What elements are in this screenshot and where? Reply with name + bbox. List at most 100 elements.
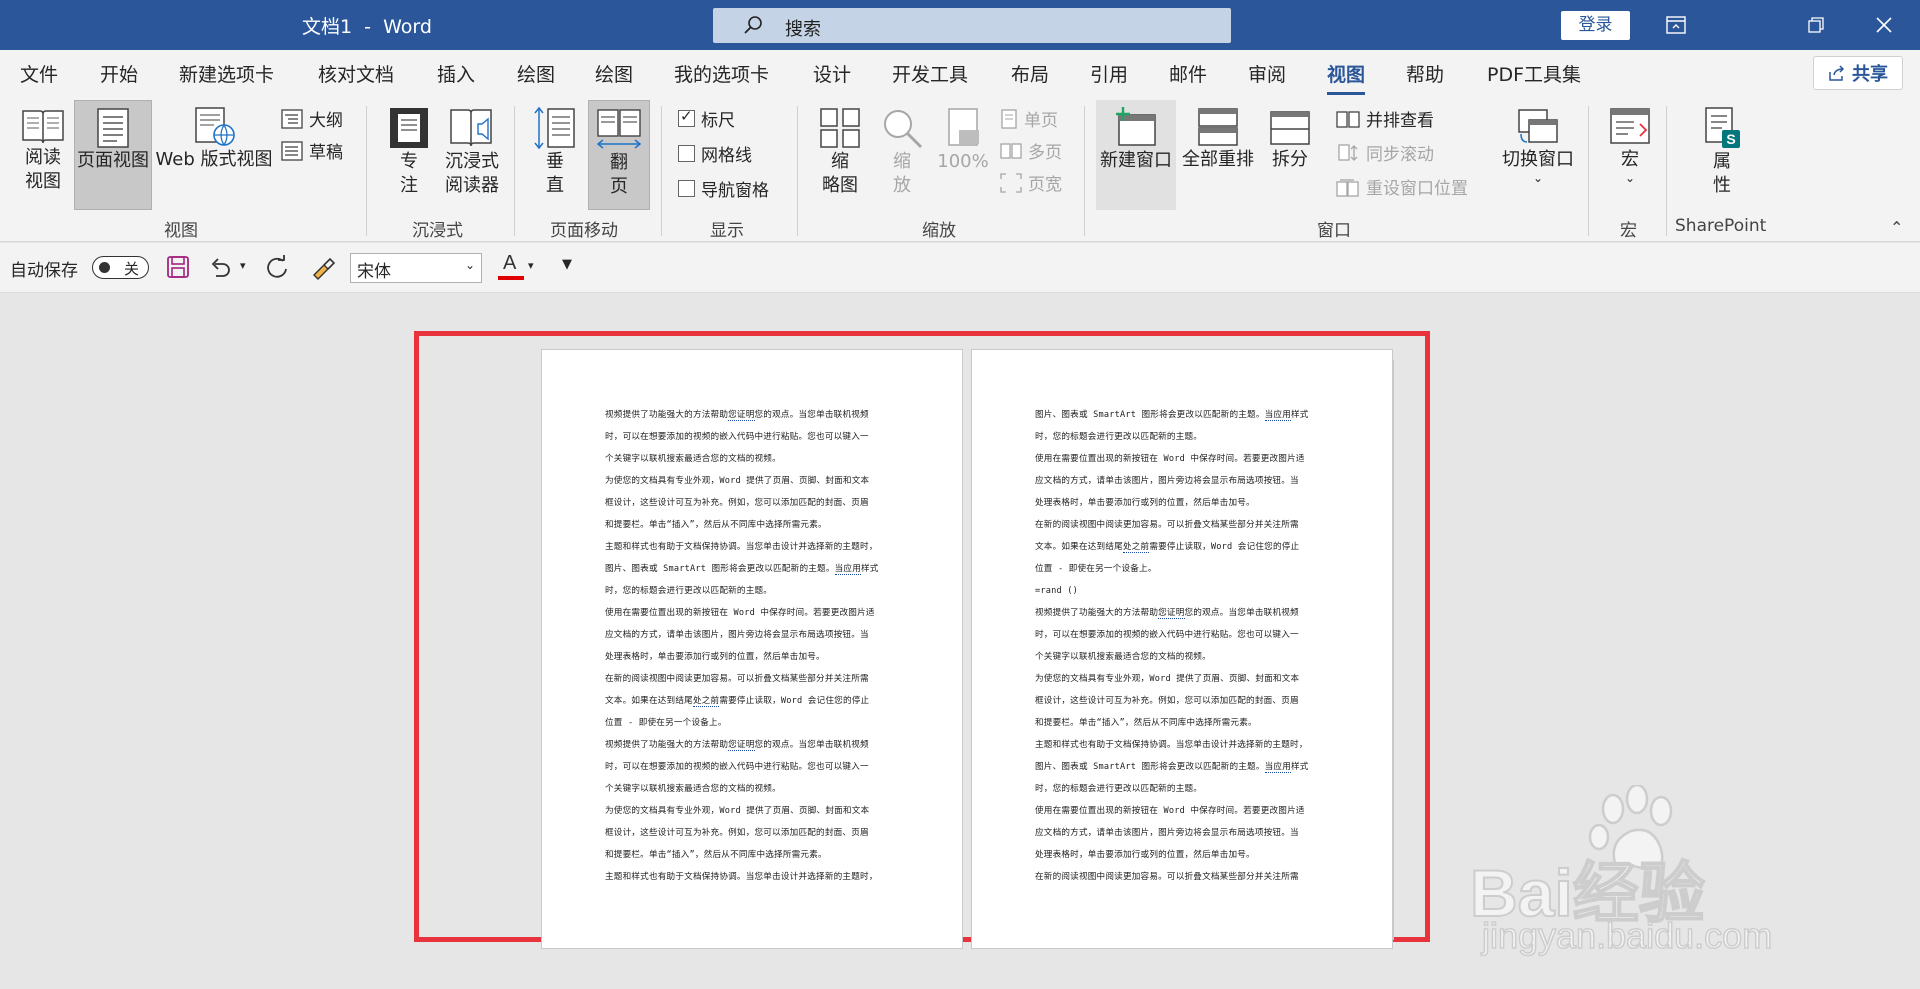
tab-insert[interactable]: 插入 xyxy=(437,60,475,87)
line-text: 个关键字以联机搜索最适合您的文档的视频。 xyxy=(1035,652,1211,662)
ribbon-display-options-button[interactable] xyxy=(1648,0,1704,50)
ruler-check-box[interactable] xyxy=(678,107,695,127)
line-text: 视频提供了功能强大的方法帮助 xyxy=(1035,608,1159,618)
font-name-select[interactable]: 宋体 ⌄ xyxy=(350,253,482,283)
nav-pane-checkbox[interactable]: 导航窗格 xyxy=(678,176,769,201)
line-text: 应文档的方式，请单击该图片，图片旁边将会显示布局选项按钮。当 xyxy=(605,630,869,640)
line-text: 位置 - 即使在另一个设备上。 xyxy=(605,718,727,728)
gridlines-checkbox[interactable]: 网格线 xyxy=(678,141,752,166)
ribbon-separator xyxy=(366,106,367,236)
autosave-toggle[interactable]: 关 xyxy=(92,256,149,279)
thumbnails-button[interactable]: 缩 略图 xyxy=(808,106,872,206)
nav-pane-label: 导航窗格 xyxy=(701,181,769,201)
split-button[interactable]: 拆分 xyxy=(1258,106,1322,206)
side-to-side-button[interactable]: 翻 页 xyxy=(588,100,650,210)
undo-dropdown-icon[interactable]: ▾ xyxy=(240,259,246,272)
line-text: 为使您的文档具有专业外观，Word 提供了页眉、页脚、封面和文本 xyxy=(605,806,870,816)
line-text: 时，您的标题会进行更改以匹配新的主题。 xyxy=(605,586,773,596)
document-page-2[interactable]: 图片、图表或 SmartArt 图形将会更改以匹配新的主题。当应用样式 时，您的标… xyxy=(971,349,1393,949)
draft-icon xyxy=(281,140,303,161)
tab-draw-2[interactable]: 绘图 xyxy=(595,60,633,87)
group-label-immersive: 沉浸式 xyxy=(412,221,463,241)
save-icon[interactable] xyxy=(166,255,190,279)
multiple-pages-button[interactable]: 多页 xyxy=(1000,138,1062,163)
line-text: 您的观点。当您单击联机视频 xyxy=(754,410,869,420)
tab-pdf-tools[interactable]: PDF工具集 xyxy=(1487,60,1581,87)
print-layout-button[interactable]: 页面视图 xyxy=(74,100,152,210)
tab-my-tab[interactable]: 我的选项卡 xyxy=(674,60,769,87)
share-label: 共享 xyxy=(1852,64,1888,85)
ruler-checkbox[interactable]: 标尺 xyxy=(678,106,735,131)
line-text: =rand () xyxy=(1035,586,1078,596)
page-width-button[interactable]: 页宽 xyxy=(1000,170,1062,195)
ribbon-display-icon xyxy=(1666,16,1686,34)
tab-review[interactable]: 审阅 xyxy=(1248,60,1286,87)
side-to-side-icon xyxy=(596,109,642,149)
draft-button[interactable]: 草稿 xyxy=(281,138,343,163)
watermark-url: jingyan.baidu.com xyxy=(1481,914,1773,957)
vertical-button[interactable]: 垂 直 xyxy=(524,106,586,206)
properties-button[interactable]: S 属 性 xyxy=(1692,106,1752,206)
search-placeholder: 搜索 xyxy=(785,19,821,40)
line-text: 时，可以在想要添加的视频的嵌入代码中进行粘贴。您也可以键入一 xyxy=(1035,630,1299,640)
chevron-down-icon: ⌄ xyxy=(1532,171,1544,185)
line-text: 文本。如果在达到结尾 xyxy=(605,696,693,706)
group-label-sharepoint: SharePoint xyxy=(1675,216,1767,236)
chevron-down-icon: ⌄ xyxy=(1624,171,1636,185)
tab-developer[interactable]: 开发工具 xyxy=(892,60,968,87)
zoom-button[interactable]: 缩 放 xyxy=(872,106,932,206)
tab-help[interactable]: 帮助 xyxy=(1406,60,1444,87)
switch-windows-button[interactable]: 切换窗口 ⌄ xyxy=(1494,106,1582,206)
ribbon-tabs: 文件 开始 新建选项卡 核对文档 插入 绘图 绘图 我的选项卡 设计 开发工具 … xyxy=(0,50,1920,98)
undo-icon[interactable] xyxy=(208,255,232,279)
document-line: 使用在需要位置出现的新按钮在 Word 中保存时间。若要更改图片适 xyxy=(605,602,905,624)
arrange-all-button[interactable]: 全部重排 xyxy=(1178,106,1258,206)
line-text: 样式 xyxy=(1291,762,1309,772)
share-button[interactable]: 共享 xyxy=(1813,56,1903,90)
tab-proofread[interactable]: 核对文档 xyxy=(318,60,394,87)
tab-new-tab[interactable]: 新建选项卡 xyxy=(179,60,274,87)
document-line: 在新的阅读视图中阅读更加容易。可以折叠文档某些部分并关注所需 xyxy=(1035,514,1335,536)
sync-scroll-button[interactable]: 同步滚动 xyxy=(1336,140,1434,165)
line-text: 您的观点。当您单击联机视频 xyxy=(1184,608,1299,618)
tab-home[interactable]: 开始 xyxy=(100,60,138,87)
font-color-dropdown-icon[interactable]: ▾ xyxy=(528,259,534,272)
tab-view[interactable]: 视图 xyxy=(1327,60,1366,95)
outline-button[interactable]: 大纲 xyxy=(281,106,343,131)
collapse-ribbon-icon[interactable]: ⌃ xyxy=(1890,218,1903,237)
side-by-side-button[interactable]: 并排查看 xyxy=(1336,106,1434,131)
web-layout-button[interactable]: Web 版式视图 xyxy=(154,106,274,206)
document-page-1[interactable]: 视频提供了功能强大的方法帮助您证明您的观点。当您单击联机视频 时，可以在想要添加的… xyxy=(541,349,963,949)
customize-qat-icon[interactable]: ▼ xyxy=(562,257,572,272)
document-line: 使用在需要位置出现的新按钮在 Word 中保存时间。若要更改图片适 xyxy=(1035,800,1335,822)
tab-layout[interactable]: 布局 xyxy=(1011,60,1049,87)
restore-button[interactable] xyxy=(1788,0,1844,50)
close-button[interactable] xyxy=(1856,0,1912,50)
tab-file[interactable]: 文件 xyxy=(20,60,58,87)
redo-icon[interactable] xyxy=(264,255,290,281)
title-bar: 文档1 - Word 搜索 登录 xyxy=(0,0,1920,50)
new-window-button[interactable]: 新建窗口 xyxy=(1096,100,1176,210)
zoom-100-button[interactable]: 100% xyxy=(932,106,994,206)
tab-draw-1[interactable]: 绘图 xyxy=(517,60,555,87)
format-painter-icon[interactable] xyxy=(310,255,336,281)
document-line: 个关键字以联机搜索最适合您的文档的视频。 xyxy=(605,448,905,470)
immersive-reader-button[interactable]: 沉浸式 阅读器 xyxy=(440,106,504,206)
login-button[interactable]: 登录 xyxy=(1561,11,1630,40)
line-text: 个关键字以联机搜索最适合您的文档的视频。 xyxy=(605,454,781,464)
macros-icon xyxy=(1610,108,1650,144)
nav-pane-check-box[interactable] xyxy=(678,180,695,197)
macros-button[interactable]: 宏 ⌄ xyxy=(1600,106,1660,206)
read-mode-button[interactable]: 阅读 视图 xyxy=(14,106,72,206)
reset-window-position-button[interactable]: 重设窗口位置 xyxy=(1336,174,1468,199)
tab-mailings[interactable]: 邮件 xyxy=(1169,60,1207,87)
font-color-button[interactable]: A xyxy=(498,252,524,280)
tab-design[interactable]: 设计 xyxy=(813,60,851,87)
underlined-text: 您证明 xyxy=(728,410,755,421)
focus-button[interactable]: 专 注 xyxy=(378,106,440,206)
gridlines-check-box[interactable] xyxy=(678,145,695,162)
search-box[interactable]: 搜索 xyxy=(713,8,1231,43)
one-page-button[interactable]: 单页 xyxy=(1000,106,1058,131)
line-text: 图片、图表或 SmartArt 图形将会更改以匹配新的主题。 xyxy=(605,564,835,574)
tab-references[interactable]: 引用 xyxy=(1090,60,1128,87)
